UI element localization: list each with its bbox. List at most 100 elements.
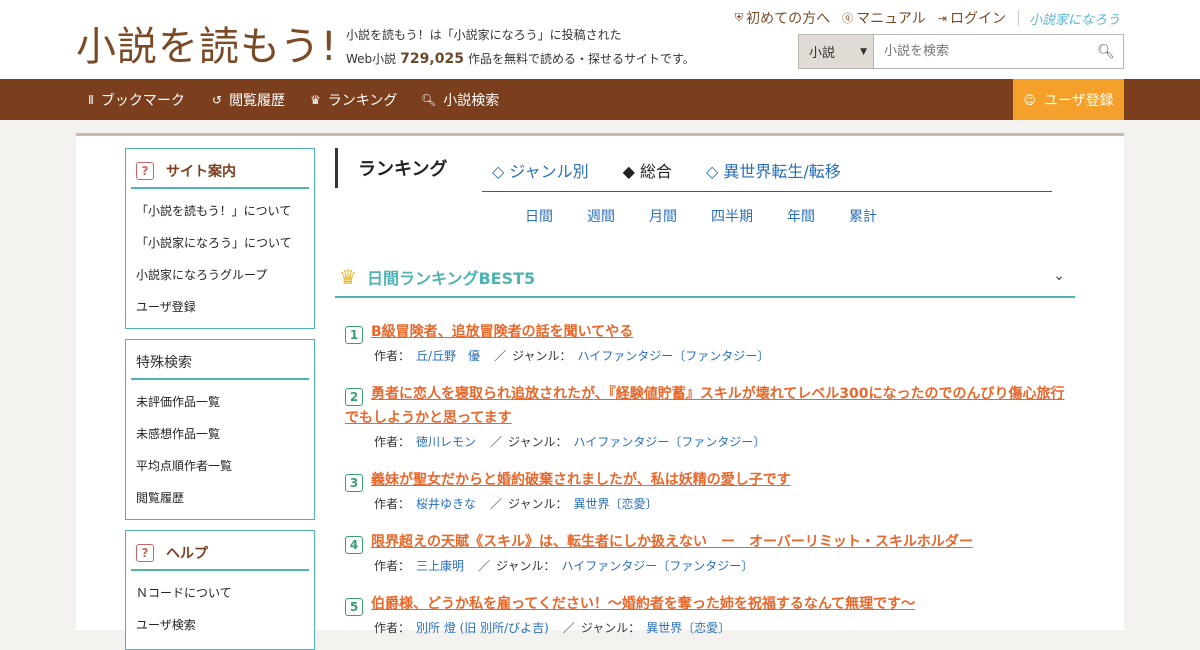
nav-bookmark[interactable]: Ⅱ ブックマーク bbox=[88, 79, 185, 120]
genre-link[interactable]: ハイファンタジー〔ファンタジー〕 bbox=[573, 435, 765, 449]
manual-link[interactable]: ⓠ マニュアル bbox=[842, 8, 926, 28]
ranking-tabs: ◇ ジャンル別 ◆ 総合 ◇ 異世界転生/転移 bbox=[492, 158, 875, 182]
crown-icon: ♛ bbox=[310, 92, 321, 107]
novel-title-link[interactable]: 伯爵様、どうか私を雇ってください！～婚約者を奪った姉を祝福するなんて無理です～ bbox=[371, 596, 915, 612]
meta-separator: ／ bbox=[490, 497, 503, 511]
entry-meta: 作者： 三上康明 ／ ジャンル： ハイファンタジー〔ファンタジー〕 bbox=[345, 556, 1075, 576]
site-guide-title: ? サイト案内 bbox=[131, 155, 309, 189]
rank-number: 1 bbox=[345, 326, 363, 344]
novel-title-link[interactable]: 義妹が聖女だからと婚約破棄されましたが、私は妖精の愛し子です bbox=[371, 472, 791, 488]
top-links: ⛨ 初めての方へ ⓠ マニュアル ⇥ ログイン 小説家になろう bbox=[723, 8, 1120, 28]
beginners-link[interactable]: ⛨ 初めての方へ bbox=[735, 8, 830, 28]
search-type-select[interactable]: 小説 ▼ bbox=[799, 35, 874, 68]
genre-link[interactable]: 異世界〔恋愛〕 bbox=[646, 621, 730, 635]
nav-history[interactable]: ↺ 閲覧履歴 bbox=[212, 79, 285, 120]
nav-search[interactable]: 🔍︎ 小説検索 bbox=[421, 79, 499, 120]
site-guide-list: 「小説を読もう！」について 「小説家になろう」について 小説家になろうグループ … bbox=[126, 189, 314, 327]
special-search-box: 特殊検索 未評価作品一覧 未感想作品一覧 平均点順作者一覧 閲覧履歴 bbox=[125, 339, 315, 520]
rank-number: 3 bbox=[345, 474, 363, 492]
genre-link[interactable]: 異世界〔恋愛〕 bbox=[573, 497, 657, 511]
site-guide-item[interactable]: 「小説を読もう！」について bbox=[126, 195, 314, 227]
rank-number: 5 bbox=[345, 598, 363, 616]
author-label: 作者： bbox=[374, 349, 411, 363]
author-link[interactable]: 桜井ゆきな bbox=[416, 497, 476, 511]
novel-title-link[interactable]: 勇者に恋人を寝取られ追放されたが、『経験値貯蓄』スキルが壊れてレベル300になっ… bbox=[345, 386, 1065, 426]
bookmark-icon: Ⅱ bbox=[88, 92, 94, 107]
search-icon: 🔍︎ bbox=[421, 92, 437, 107]
ranking-entry: 5 伯爵様、どうか私を雇ってください！～婚約者を奪った姉を祝福するなんて無理です～… bbox=[345, 592, 1075, 638]
daily-best-header[interactable]: ♛ 日間ランキングBEST5 ⌄ bbox=[335, 258, 1075, 298]
login-link[interactable]: ⇥ ログイン bbox=[938, 8, 1006, 28]
site-guide-item[interactable]: ユーザ登録 bbox=[126, 291, 314, 323]
period-quarterly[interactable]: 四半期 bbox=[711, 206, 787, 226]
search-button[interactable]: 🔍︎ bbox=[1089, 35, 1123, 68]
tab-genre[interactable]: ◇ ジャンル別 bbox=[492, 158, 589, 182]
help-heading: ヘルプ bbox=[166, 546, 208, 562]
genre-label: ジャンル： bbox=[496, 559, 556, 573]
genre-label: ジャンル： bbox=[508, 497, 568, 511]
tagline-line1: 小説を読もう！は「小説家になろう」に投稿された bbox=[346, 28, 622, 42]
nav-history-label: 閲覧履歴 bbox=[229, 92, 286, 109]
nav-search-label: 小説検索 bbox=[443, 92, 500, 109]
site-header: 小説を読もう! 小説を読もう！は「小説家になろう」に投稿された Web小説 729… bbox=[0, 0, 1200, 79]
entry-meta: 作者： 別所 燈 (旧 別所/びよ吉) ／ ジャンル： 異世界〔恋愛〕 bbox=[345, 618, 1075, 638]
meta-separator: ／ bbox=[494, 349, 507, 363]
nav-ranking-label: ランキング bbox=[327, 92, 398, 109]
site-logo[interactable]: 小説を読もう! bbox=[76, 14, 338, 72]
help-list: Ｎコードについて ユーザ検索 bbox=[126, 571, 314, 645]
help-icon: ? bbox=[136, 162, 154, 180]
period-yearly[interactable]: 年間 bbox=[787, 206, 849, 226]
special-search-item[interactable]: 閲覧履歴 bbox=[126, 482, 314, 514]
chevron-down-icon[interactable]: ⌄ bbox=[1053, 268, 1065, 284]
ranking-heading: ランキング bbox=[335, 148, 447, 188]
genre-link[interactable]: ハイファンタジー〔ファンタジー〕 bbox=[577, 349, 769, 363]
help-item[interactable]: ユーザ検索 bbox=[126, 609, 314, 641]
period-daily[interactable]: 日間 bbox=[525, 206, 587, 226]
ranking-entry: 3 義妹が聖女だからと婚約破棄されましたが、私は妖精の愛し子です 作者： 桜井ゆきな… bbox=[345, 468, 1075, 514]
help-item[interactable]: Ｎコードについて bbox=[126, 577, 314, 609]
special-search-item[interactable]: 未評価作品一覧 bbox=[126, 386, 314, 418]
help-title: ? ヘルプ bbox=[131, 537, 309, 571]
site-guide-item[interactable]: 「小説家になろう」について bbox=[126, 227, 314, 259]
tab-divider bbox=[482, 191, 1052, 192]
ranking-entry: 2 勇者に恋人を寝取られ追放されたが、『経験値貯蓄』スキルが壊れてレベル300にな… bbox=[345, 382, 1075, 452]
site-guide-item[interactable]: 小説家になろうグループ bbox=[126, 259, 314, 291]
search-type-value: 小説 bbox=[809, 46, 836, 61]
novel-title-link[interactable]: B級冒険者、追放冒険者の話を聞いてやる bbox=[371, 324, 633, 340]
shield-icon: ⛨ bbox=[734, 11, 744, 24]
daily-best-title: 日間ランキングBEST5 bbox=[366, 269, 536, 288]
author-link[interactable]: 三上康明 bbox=[416, 559, 464, 573]
tab-isekai[interactable]: ◇ 異世界転生/転移 bbox=[706, 158, 841, 182]
login-icon: ⇥ bbox=[937, 11, 947, 25]
genre-link[interactable]: ハイファンタジー〔ファンタジー〕 bbox=[561, 559, 753, 573]
rank-number: 4 bbox=[345, 536, 363, 554]
genre-label: ジャンル： bbox=[580, 621, 641, 635]
meta-separator: ／ bbox=[478, 559, 491, 573]
special-search-item[interactable]: 平均点順作者一覧 bbox=[126, 450, 314, 482]
nav-bookmark-label: ブックマーク bbox=[100, 92, 185, 109]
register-button[interactable]: ☺ ユーザ登録 bbox=[1013, 79, 1124, 120]
period-monthly[interactable]: 月間 bbox=[649, 206, 711, 226]
narou-brand-link[interactable]: 小説家になろう bbox=[1029, 9, 1120, 28]
author-link[interactable]: 丘/丘野 優 bbox=[416, 349, 480, 363]
search-input[interactable] bbox=[874, 35, 1089, 68]
author-label: 作者： bbox=[374, 559, 411, 573]
special-search-title: 特殊検索 bbox=[131, 346, 309, 380]
manual-label: マニュアル bbox=[856, 11, 926, 27]
author-link[interactable]: 徳川レモン bbox=[416, 435, 476, 449]
meta-separator: ／ bbox=[562, 621, 575, 635]
entry-meta: 作者： 徳川レモン ／ ジャンル： ハイファンタジー〔ファンタジー〕 bbox=[345, 432, 1075, 452]
author-link[interactable]: 別所 燈 (旧 別所/びよ吉) bbox=[416, 621, 549, 635]
author-label: 作者： bbox=[374, 435, 411, 449]
period-weekly[interactable]: 週間 bbox=[587, 206, 649, 226]
tab-overall[interactable]: ◆ 総合 bbox=[623, 158, 672, 182]
novel-title-link[interactable]: 限界超えの天賦《スキル》は、転生者にしか扱えない ー オーバーリミット・スキルホ… bbox=[371, 534, 973, 550]
nav-ranking[interactable]: ♛ ランキング bbox=[310, 79, 397, 120]
ranking-entry: 4 限界超えの天賦《スキル》は、転生者にしか扱えない ー オーバーリミット・スキル… bbox=[345, 530, 1075, 576]
crown-icon: ♛ bbox=[339, 265, 357, 289]
period-total[interactable]: 累計 bbox=[849, 206, 889, 226]
special-search-list: 未評価作品一覧 未感想作品一覧 平均点順作者一覧 閲覧履歴 bbox=[126, 380, 314, 518]
special-search-item[interactable]: 未感想作品一覧 bbox=[126, 418, 314, 450]
ranking-entry: 1 B級冒険者、追放冒険者の話を聞いてやる 作者： 丘/丘野 優 ／ ジャンル： ハイファ… bbox=[345, 320, 1075, 366]
link-divider bbox=[1017, 10, 1019, 26]
